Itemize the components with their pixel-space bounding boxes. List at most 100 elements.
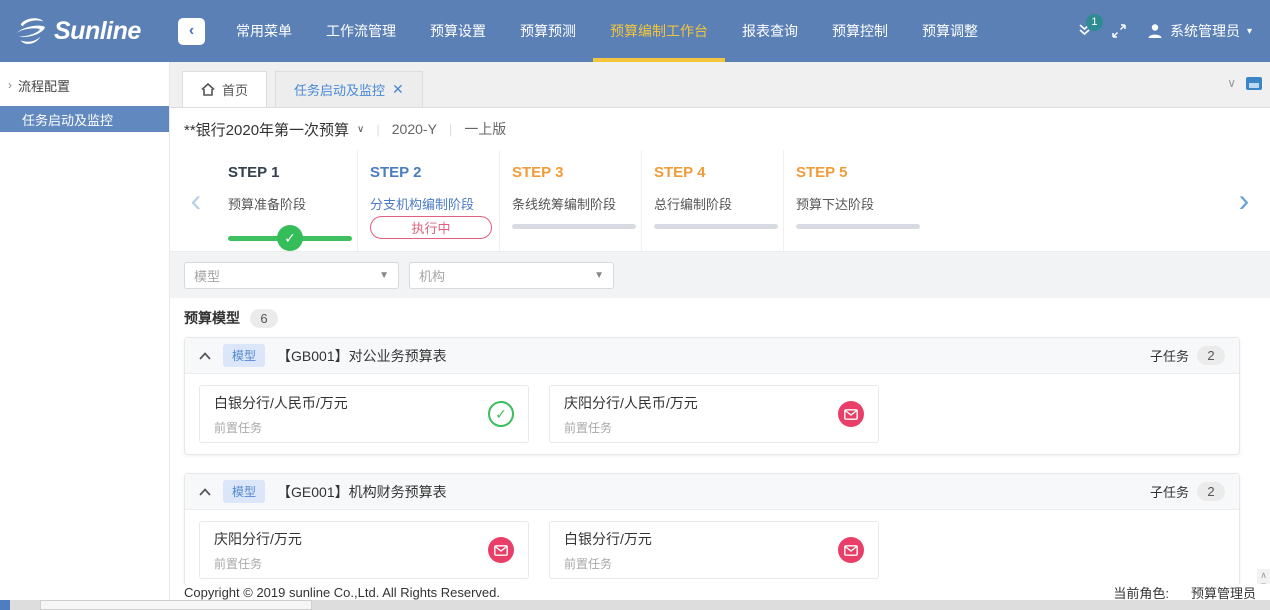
model-card-header[interactable]: 模型 【GE001】机构财务预算表 子任务 2	[185, 474, 1239, 510]
model-card: 模型 【GB001】对公业务预算表 子任务 2 白银分行/人民币/万元 前置任务…	[184, 337, 1240, 455]
collapse-chevron-icon[interactable]	[199, 352, 211, 360]
divider: |	[376, 122, 379, 137]
section-title: 预算模型	[184, 308, 240, 328]
org-filter-select[interactable]: 机构 ▼	[409, 262, 614, 289]
subtask-name: 庆阳分行/人民币/万元	[564, 393, 698, 413]
step-number: STEP 3	[512, 164, 641, 181]
budget-caret-icon: ∨	[357, 124, 364, 135]
steps-next-button[interactable]: ›	[1224, 150, 1264, 251]
notification-badge: 1	[1086, 14, 1103, 31]
notifications-button[interactable]: 1	[1078, 23, 1091, 40]
subtask-label: 子任务	[1150, 346, 1189, 365]
subtask-texts: 白银分行/人民币/万元 前置任务	[214, 393, 348, 436]
step-column[interactable]: STEP 4 总行编制阶段	[642, 150, 784, 251]
user-caret-icon: ▾	[1247, 26, 1252, 37]
fullscreen-icon[interactable]	[1111, 23, 1127, 39]
model-filter-select[interactable]: 模型 ▼	[184, 262, 399, 289]
menu-label: 预算设置	[430, 21, 486, 41]
subtask-card[interactable]: 白银分行/人民币/万元 前置任务 ✓	[199, 385, 529, 443]
subtask-prerequisite-label: 前置任务	[564, 555, 652, 572]
vertical-scrollbar[interactable]: ∧ ∨	[1257, 569, 1270, 584]
navbar-menu-item[interactable]: 报表查询	[725, 0, 815, 62]
check-circle-icon: ✓	[277, 225, 303, 251]
user-name: 系统管理员	[1170, 21, 1240, 41]
navbar-menu-item[interactable]: 预算设置	[413, 0, 503, 62]
mail-alert-icon	[838, 537, 864, 563]
subtask-label: 子任务	[1150, 482, 1189, 501]
navbar-menu-item[interactable]: 预算编制工作台	[593, 0, 725, 62]
model-tag-badge[interactable]: 模型	[223, 344, 265, 367]
step-label: 分支机构编制阶段	[370, 194, 499, 213]
close-tab-icon[interactable]: ✕	[392, 81, 404, 98]
main-panel: 首页 任务启动及监控 ✕ ∨ **银行2020年第一次预算 ∨ | 2020-Y…	[170, 62, 1270, 610]
step-number: STEP 5	[796, 164, 926, 181]
subtask-count-badge: 2	[1197, 482, 1225, 501]
navbar-menus: 常用菜单 工作流管理 预算设置 预算预测 预算编制工作台 报表查询 预算控制 预…	[219, 0, 995, 62]
collapse-sidebar-button[interactable]: ‹	[178, 18, 205, 45]
steps-prev-button[interactable]: ‹	[176, 150, 216, 251]
divider: |	[449, 122, 452, 137]
subtask-card[interactable]: 庆阳分行/人民币/万元 前置任务	[549, 385, 879, 443]
step-column[interactable]: STEP 1 预算准备阶段 ✓	[216, 150, 358, 251]
budget-selector[interactable]: **银行2020年第一次预算 ∨	[184, 119, 364, 140]
user-menu[interactable]: 系统管理员 ▾	[1147, 21, 1252, 41]
scrollbar-thumb[interactable]	[1259, 583, 1268, 584]
step-progress-pending	[654, 224, 778, 229]
sidebar-item-process-config[interactable]: › 流程配置	[0, 70, 169, 100]
step-column[interactable]: STEP 3 条线统筹编制阶段	[500, 150, 642, 251]
sunline-swoosh-icon	[14, 16, 48, 46]
role-value: 预算管理员	[1191, 583, 1256, 602]
tab-task-monitor[interactable]: 任务启动及监控 ✕	[275, 71, 423, 107]
logo-text: Sunline	[54, 17, 141, 46]
menu-label: 预算控制	[832, 21, 888, 41]
scroll-up-icon[interactable]: ∧	[1260, 569, 1267, 581]
tab-bar: 首页 任务启动及监控 ✕ ∨	[170, 62, 1270, 108]
step-label: 总行编制阶段	[654, 194, 783, 213]
model-tag-badge[interactable]: 模型	[223, 480, 265, 503]
tabbar-tools: ∨	[1227, 76, 1262, 90]
menu-label: 常用菜单	[236, 21, 292, 41]
model-title: 【GB001】对公业务预算表	[277, 346, 447, 366]
tab-label: 首页	[222, 80, 248, 99]
role-label: 当前角色:	[1113, 583, 1169, 602]
step-column[interactable]: STEP 2 分支机构编制阶段 执行中	[358, 150, 500, 251]
step-column[interactable]: STEP 5 预算下达阶段	[784, 150, 926, 251]
subtask-card[interactable]: 庆阳分行/万元 前置任务	[199, 521, 529, 579]
horizontal-scrollbar[interactable]	[0, 600, 1270, 610]
model-card-header[interactable]: 模型 【GB001】对公业务预算表 子任务 2	[185, 338, 1239, 374]
subtask-name: 庆阳分行/万元	[214, 529, 302, 549]
navbar-menu-item[interactable]: 预算调整	[905, 0, 995, 62]
step-label: 预算下达阶段	[796, 194, 926, 213]
current-role: 当前角色: 预算管理员	[1113, 583, 1256, 602]
model-title: 【GE001】机构财务预算表	[277, 482, 447, 502]
footer: Copyright © 2019 sunline Co.,Ltd. All Ri…	[170, 584, 1270, 600]
menu-label: 预算调整	[922, 21, 978, 41]
left-sidebar: › 流程配置 任务启动及监控	[0, 62, 170, 610]
org-filter-placeholder: 机构	[419, 266, 445, 285]
subtask-prerequisite-label: 前置任务	[564, 419, 698, 436]
subtask-info: 子任务 2	[1150, 482, 1225, 501]
tab-home[interactable]: 首页	[182, 71, 267, 107]
tab-label: 任务启动及监控	[294, 80, 385, 99]
navbar-menu-item[interactable]: 工作流管理	[309, 0, 413, 62]
subtask-texts: 白银分行/万元 前置任务	[564, 529, 652, 572]
subtask-prerequisite-label: 前置任务	[214, 419, 348, 436]
model-list-area: 预算模型 6 模型 【GB001】对公业务预算表 子任务 2 白银分行/人民币/…	[170, 298, 1270, 584]
subtask-card[interactable]: 白银分行/万元 前置任务	[549, 521, 879, 579]
subtask-prerequisite-label: 前置任务	[214, 555, 302, 572]
step-label: 条线统筹编制阶段	[512, 194, 641, 213]
select-caret-icon: ▼	[594, 270, 604, 281]
hscrollbar-thumb[interactable]	[40, 600, 312, 610]
navbar-menu-item[interactable]: 预算控制	[815, 0, 905, 62]
tab-list-chevron-icon[interactable]: ∨	[1227, 76, 1236, 90]
model-card: 模型 【GE001】机构财务预算表 子任务 2 庆阳分行/万元 前置任务 白银分…	[184, 473, 1240, 584]
subtask-name: 白银分行/万元	[564, 529, 652, 549]
collapse-chevron-icon[interactable]	[199, 488, 211, 496]
navbar-menu-item[interactable]: 常用菜单	[219, 0, 309, 62]
subtask-texts: 庆阳分行/人民币/万元 前置任务	[564, 393, 698, 436]
maximize-layout-icon[interactable]	[1246, 77, 1262, 90]
subtask-count-badge: 2	[1197, 346, 1225, 365]
model-cards: 模型 【GB001】对公业务预算表 子任务 2 白银分行/人民币/万元 前置任务…	[184, 337, 1256, 584]
navbar-menu-item[interactable]: 预算预测	[503, 0, 593, 62]
sidebar-item-task-monitor[interactable]: 任务启动及监控	[0, 106, 169, 132]
